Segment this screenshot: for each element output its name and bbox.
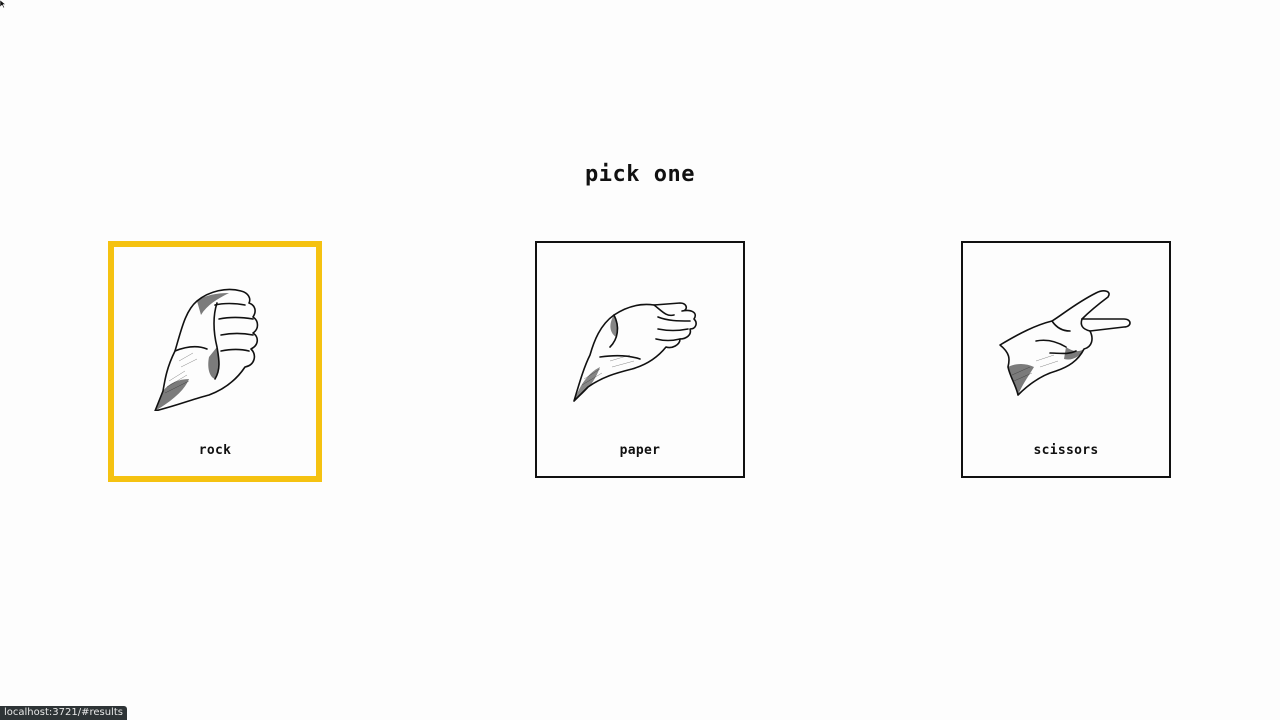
rock-fist-icon: [154, 288, 259, 411]
choice-card-rock[interactable]: rock: [108, 241, 322, 482]
choice-label-rock: rock: [198, 443, 232, 458]
game-page: pick one rock paper scissors localhost:3…: [0, 0, 1280, 720]
choice-label-paper: paper: [619, 443, 661, 458]
mouse-cursor-icon: [0, 0, 6, 8]
paper-open-hand-icon: [573, 302, 697, 402]
scissors-two-fingers-icon: [999, 290, 1131, 396]
status-bar-url: localhost:3721/#results: [0, 706, 127, 720]
page-title: pick one: [585, 162, 695, 187]
choice-card-paper[interactable]: paper: [535, 241, 745, 478]
choice-card-scissors[interactable]: scissors: [961, 241, 1171, 478]
choice-label-scissors: scissors: [1033, 443, 1099, 458]
